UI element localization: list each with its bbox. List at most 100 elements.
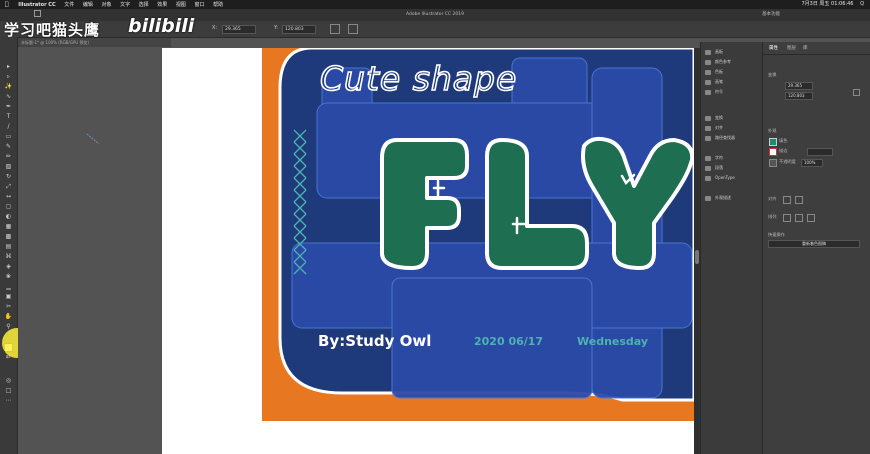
panel-symbols[interactable]: 符号	[705, 88, 723, 96]
graph-tool-icon[interactable]: ▁	[4, 283, 13, 290]
panel-paragraph[interactable]: 段落	[705, 164, 723, 172]
blend-tool-icon[interactable]: ◈	[4, 263, 13, 270]
fill-swatch[interactable]	[769, 138, 777, 146]
artwork[interactable]: Cute shape By:Study Owl 2020 06/17 Wedne…	[262, 48, 694, 421]
eyedropper-tool-icon[interactable]: ⌘	[4, 253, 13, 260]
symbol-sprayer-tool-icon[interactable]: ❀	[4, 273, 13, 280]
rectangle-tool-icon[interactable]: ▭	[4, 133, 13, 140]
character-icon	[705, 155, 711, 161]
paintbrush-tool-icon[interactable]: ✎	[4, 143, 13, 150]
lasso-tool-icon[interactable]: ∿	[4, 93, 13, 100]
pencil-tool-icon[interactable]: ✏	[4, 153, 13, 160]
mesh-tool-icon[interactable]: ▩	[4, 233, 13, 240]
recolor-artwork-button[interactable]: 重新着色图稿	[768, 240, 860, 248]
tab-layers[interactable]: 图层	[787, 45, 796, 51]
color-guide-icon	[705, 59, 711, 65]
opentype-icon	[705, 175, 711, 181]
y-label: Y:	[274, 25, 279, 31]
panel-color-guide[interactable]: 颜色参考	[705, 58, 731, 66]
panel-transform[interactable]: 变换	[705, 114, 723, 122]
selection-tool-icon[interactable]: ▸	[4, 63, 13, 70]
properties-panel: 属性 图层 库 变换 29.365 120.803 外观 填色 描边 不透明度 …	[762, 42, 870, 454]
panel-align[interactable]: 对齐	[705, 124, 723, 132]
align-panel-icon	[705, 125, 711, 131]
more-tools-icon[interactable]: ⋯	[4, 397, 13, 404]
channel-watermark: 学习吧猫头鹰	[4, 21, 101, 39]
props-x-field[interactable]: 29.365	[785, 82, 813, 90]
stroke-weight-field[interactable]	[807, 148, 833, 156]
appearance-section-label: 外观	[768, 128, 777, 133]
slice-tool-icon[interactable]: ✂	[4, 303, 13, 310]
swatches-icon	[705, 69, 711, 75]
tools-panel: ▸ ▹ ✨ ∿ ✒ T / ▭ ✎ ✏ ▧ ↻ ⤢ ↔ ▢ ◐ ▦ ▩ ▤ ⌘ …	[0, 37, 18, 454]
align-center-icon[interactable]	[795, 196, 803, 204]
rotate-tool-icon[interactable]: ↻	[4, 173, 13, 180]
collapsed-panels: 画板 颜色参考 色板 画笔 符号 变换 对齐 路径查找器 字符 段落 OpenT…	[700, 42, 763, 454]
pasteboard-stray-path[interactable]	[85, 132, 105, 148]
menubar-datetime: 7月3日 周五 01:06:46	[801, 1, 854, 7]
transform-section-label: 变换	[768, 72, 777, 77]
paragraph-icon	[705, 165, 711, 171]
menu-bar:  Illustrator CC 文件 编辑 对象 文字 选择 效果 视图 窗口…	[0, 0, 870, 9]
scrollbar-thumb[interactable]	[695, 250, 699, 264]
panel-pathfinder[interactable]: 路径查找器	[705, 134, 735, 142]
opacity-label: 不透明度	[779, 159, 796, 164]
panel-artboards[interactable]: 画板	[705, 48, 723, 56]
panel-opentype[interactable]: OpenType	[705, 174, 735, 182]
panel-appearance[interactable]: 外观描述	[705, 194, 731, 202]
tab-libraries[interactable]: 库	[803, 45, 808, 51]
symbols-icon	[705, 89, 711, 95]
transform-icon[interactable]	[330, 24, 340, 34]
bilibili-logo: bilibili	[128, 15, 195, 37]
artboard-tool-icon[interactable]: ▣	[4, 293, 13, 300]
props-y-field[interactable]: 120.803	[785, 92, 813, 100]
align-section-label: 对齐	[768, 196, 777, 201]
workspace-switcher[interactable]: 基本功能	[762, 9, 780, 21]
x-label: X:	[212, 25, 218, 31]
appearance-icon	[705, 195, 711, 201]
line-tool-icon[interactable]: /	[4, 123, 13, 130]
direct-selection-tool-icon[interactable]: ▹	[4, 73, 13, 80]
headline-text[interactable]: Cute shape	[319, 58, 517, 99]
x-position-field[interactable]: 29.365	[222, 25, 256, 34]
free-transform-tool-icon[interactable]: ▢	[4, 203, 13, 210]
hand-tool-icon[interactable]: ✋	[4, 313, 13, 320]
perspective-grid-tool-icon[interactable]: ▦	[4, 223, 13, 230]
date-text[interactable]: 2020 06/17	[474, 335, 543, 348]
arrange-section-label: 排列	[768, 214, 777, 219]
arrange-back-icon[interactable]	[795, 214, 803, 222]
align-icon[interactable]	[348, 24, 358, 34]
arrange-front-icon[interactable]	[783, 214, 791, 222]
spotlight-icon[interactable]: Q	[860, 1, 864, 7]
panel-brushes[interactable]: 画笔	[705, 78, 723, 86]
brushes-icon	[705, 79, 711, 85]
stroke-label: 描边	[779, 148, 788, 153]
apple-icon[interactable]: 	[5, 0, 9, 9]
panel-swatches[interactable]: 色板	[705, 68, 723, 76]
panel-character[interactable]: 字符	[705, 154, 723, 162]
quick-actions-label: 快速操作	[768, 232, 785, 237]
magic-wand-tool-icon[interactable]: ✨	[4, 83, 13, 90]
opacity-field[interactable]: 100%	[801, 159, 823, 167]
weekday-text[interactable]: Wednesday	[577, 335, 648, 348]
shape-builder-tool-icon[interactable]: ◐	[4, 213, 13, 220]
screen-mode-icon[interactable]: □	[4, 387, 13, 394]
type-tool-icon[interactable]: T	[4, 113, 13, 120]
opacity-icon	[769, 159, 777, 167]
width-tool-icon[interactable]: ↔	[4, 193, 13, 200]
tab-properties[interactable]: 属性	[769, 45, 778, 51]
align-left-icon[interactable]	[783, 196, 791, 204]
stroke-swatch[interactable]	[769, 148, 777, 156]
gradient-tool-icon[interactable]: ▤	[4, 243, 13, 250]
scale-tool-icon[interactable]: ⤢	[4, 183, 13, 190]
eraser-tool-icon[interactable]: ▧	[4, 163, 13, 170]
tab-divider	[763, 54, 870, 55]
arrange-forward-icon[interactable]	[807, 214, 815, 222]
drawing-mode-icon[interactable]: ◎	[4, 377, 13, 384]
pen-tool-icon[interactable]: ✒	[4, 103, 13, 110]
pathfinder-icon	[705, 135, 711, 141]
more-options-icon[interactable]	[853, 89, 860, 96]
y-position-field[interactable]: 120.803	[282, 25, 316, 34]
menubar-status: 7月3日 周五 01:06:46 Q	[796, 0, 864, 9]
byline-text[interactable]: By:Study Owl	[318, 332, 431, 350]
